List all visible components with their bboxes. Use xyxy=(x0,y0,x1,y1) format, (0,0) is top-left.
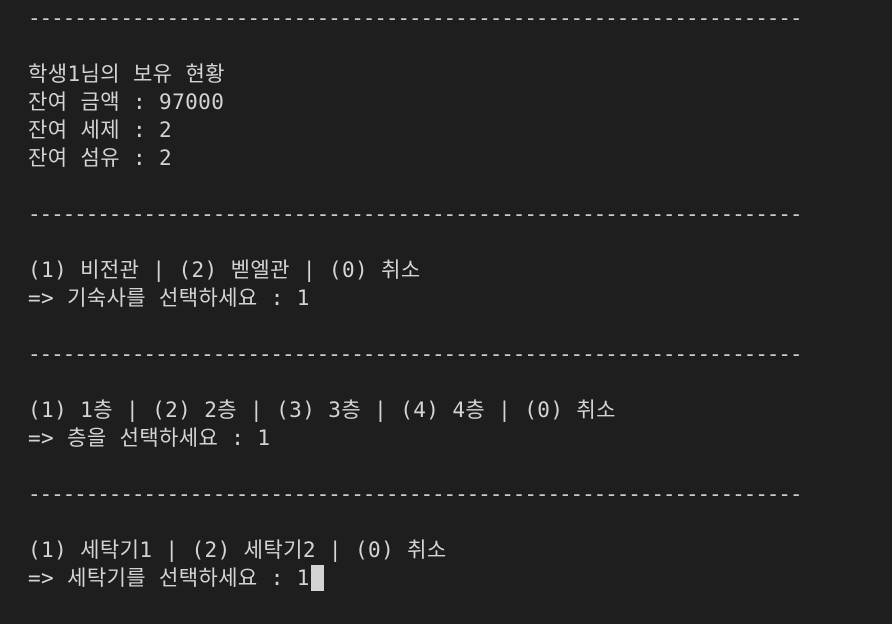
separator-line: ----------------------------------------… xyxy=(28,342,800,366)
status-title: 학생1님의 보유 현황 xyxy=(28,62,225,86)
washer-prompt: => 세탁기를 선택하세요 : 1 xyxy=(28,566,310,590)
separator-line: ----------------------------------------… xyxy=(28,482,800,506)
washer-prompt-line[interactable]: => 세탁기를 선택하세요 : 1 xyxy=(28,564,892,592)
terminal-window[interactable]: ----------------------------------------… xyxy=(0,0,892,624)
floor-options: (1) 1층 | (2) 2층 | (3) 3층 | (4) 4층 | (0) … xyxy=(28,398,616,422)
separator-line: ----------------------------------------… xyxy=(28,6,800,30)
dorm-prompt: => 기숙사를 선택하세요 : 1 xyxy=(28,286,310,310)
washer-options: (1) 세탁기1 | (2) 세탁기2 | (0) 취소 xyxy=(28,538,447,562)
balance-line: 잔여 금액 : 97000 xyxy=(28,90,225,114)
floor-prompt: => 층을 선택하세요 : 1 xyxy=(28,426,271,450)
softener-line: 잔여 섬유 : 2 xyxy=(28,146,173,170)
separator-line: ----------------------------------------… xyxy=(28,202,800,226)
detergent-line: 잔여 세제 : 2 xyxy=(28,118,173,142)
dorm-options: (1) 비전관 | (2) 벧엘관 | (0) 취소 xyxy=(28,258,421,282)
text-cursor xyxy=(310,565,324,591)
